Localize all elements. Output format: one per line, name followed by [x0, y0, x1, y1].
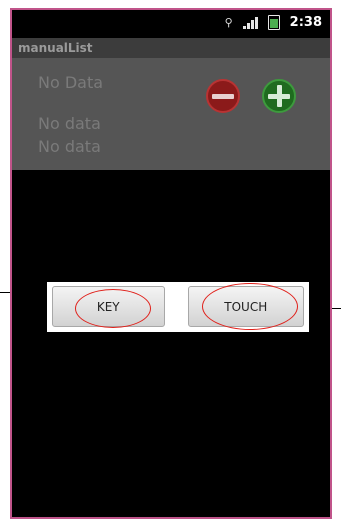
app-title: manualList — [12, 38, 330, 58]
content-area: No Data No data No data — [12, 58, 330, 170]
list-item: No Data — [38, 73, 104, 92]
key-button[interactable]: KEY — [52, 286, 165, 328]
usb-debug-icon: ⚲ — [224, 16, 233, 29]
add-button[interactable] — [262, 79, 296, 113]
remove-button[interactable] — [206, 79, 240, 113]
phone-screen: ⚲ 2:38 manualList No Data No data No dat… — [10, 8, 332, 519]
input-mode-dialog: KEY TOUCH — [47, 282, 309, 332]
touch-button[interactable]: TOUCH — [187, 283, 304, 330]
status-time: 2:38 — [289, 15, 322, 30]
list-item: No data — [38, 137, 101, 156]
signal-icon — [242, 16, 258, 29]
key-highlight-oval — [75, 289, 151, 328]
list-item: No data — [38, 114, 101, 133]
touch-highlight-oval — [201, 283, 298, 330]
status-bar: ⚲ 2:38 — [12, 10, 330, 38]
battery-icon — [267, 15, 280, 30]
